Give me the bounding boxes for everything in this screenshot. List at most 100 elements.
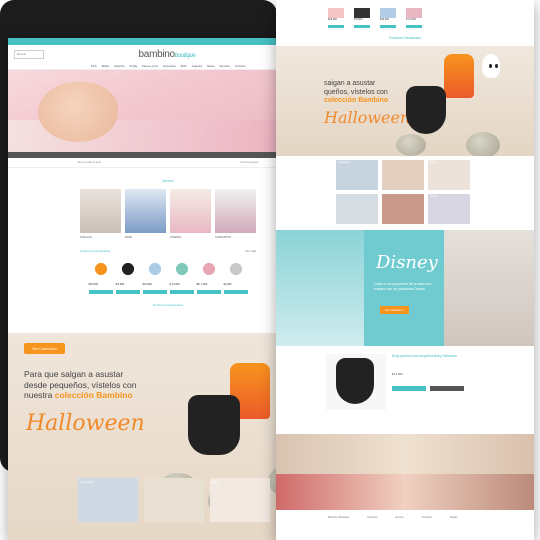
add-to-cart-button[interactable] (380, 25, 396, 28)
right-halloween-script: Halloween (324, 108, 411, 127)
disney-banner: Disney Cuida a los pequeños de la casa c… (276, 230, 534, 346)
footer-link[interactable]: Nosotros (367, 516, 377, 519)
category-image (125, 189, 166, 233)
view-collection-button[interactable]: Ver Colección (24, 343, 65, 354)
add-to-cart-button[interactable] (406, 25, 422, 28)
menu-item[interactable]: Accesorios (163, 65, 176, 68)
add-to-cart-button[interactable] (88, 290, 113, 294)
product-image (196, 257, 221, 281)
product-card[interactable]: $3,000 (223, 257, 248, 294)
right-category-label: Body (430, 161, 436, 164)
product-card[interactable]: $19,900 (142, 257, 167, 294)
product-image (88, 257, 113, 281)
bottom-category-card[interactable] (144, 478, 204, 522)
footer-link[interactable]: Envíos (396, 516, 404, 519)
product-card[interactable]: $ 13,900 (406, 8, 422, 28)
bottom-category-card[interactable]: Body (210, 478, 270, 522)
site-logo[interactable]: bambinoboutique (139, 49, 196, 60)
right-category-card[interactable]: Conjuntos (336, 160, 378, 190)
product-price: $19,900 (142, 283, 152, 286)
right-category-card[interactable] (336, 194, 378, 224)
add-to-cart-button[interactable] (196, 290, 221, 294)
homepage-preview-right: $18,900 $ 8,900 $19,900 $ 13,900 Product… (276, 0, 534, 540)
right-halloween-text: saigan a asustar queños, vístelos con co… (324, 80, 388, 106)
menu-item[interactable]: Juguetes (192, 65, 203, 68)
menu-item[interactable]: Inicio (91, 65, 97, 68)
menu-item[interactable]: Para su Cuna (142, 65, 158, 68)
product-price: $ 8,900 (115, 283, 125, 286)
info-shipping: Envío a todo el país (77, 161, 101, 164)
product-detail: Body para los más pequeños Baby Hallowee… (276, 346, 534, 430)
category-card[interactable]: PIJAMAS (170, 189, 211, 239)
menu-item[interactable]: Mamá (207, 65, 214, 68)
product-price: $18,900 (88, 283, 98, 286)
product-card[interactable]: $18,900 (88, 257, 113, 294)
product-image (406, 8, 422, 18)
add-to-cart-button[interactable] (392, 386, 426, 391)
category-card[interactable]: TOALLAS (80, 189, 121, 239)
product-detail-image (326, 354, 386, 410)
footer-brand: Bambino Boutique (328, 516, 350, 519)
right-featured-label: Productos Destacados (388, 36, 422, 40)
category-card[interactable]: CONJUNTOS (215, 189, 256, 239)
search-input[interactable]: Buscar (14, 49, 44, 59)
footer-link[interactable]: Contacto (422, 516, 432, 519)
product-card[interactable]: $19,900 (380, 8, 396, 28)
product-detail-title: Body para los más pequeños Baby Hallowee… (392, 354, 458, 358)
menu-item[interactable]: Nuestros (114, 65, 124, 68)
halloween-line2: desde pequeños, vístelos con (24, 379, 137, 390)
right-halloween-line1: saigan a asustar (324, 80, 376, 87)
right-category-card[interactable]: Body (428, 160, 470, 190)
bottom-category-label: Conjuntos (80, 480, 94, 484)
right-category-card[interactable]: Gorros (428, 194, 470, 224)
black-onesie-image (188, 395, 240, 455)
add-to-cart-button[interactable] (328, 25, 344, 28)
product-card[interactable]: $ 8,900 (354, 8, 370, 28)
right-category-label: Gorros (430, 195, 438, 198)
product-card[interactable]: $8, 1,900 (196, 257, 221, 294)
halloween-line3-prefix: nuestra (24, 390, 55, 400)
category-image (170, 189, 211, 233)
logo-main: bambino (138, 48, 176, 60)
halloween-line3-bold: colección Bambino (54, 390, 133, 400)
right-category-card[interactable] (382, 160, 424, 190)
pumpkin-decoration (396, 134, 426, 156)
halloween-script: Halloween (26, 411, 145, 436)
product-image (354, 8, 370, 18)
product-price: $ 8,900 (354, 18, 363, 21)
bottom-category-card[interactable]: Conjuntos (78, 478, 138, 522)
disney-text: Cuida a los pequeños de la casa con nues… (374, 282, 432, 291)
add-to-cart-button[interactable] (115, 290, 140, 294)
product-card[interactable]: $ 13,900 (169, 257, 194, 294)
footer: Bambino Boutique Nosotros Envíos Contact… (276, 510, 534, 525)
product-image (169, 257, 194, 281)
add-to-cart-button[interactable] (354, 25, 370, 28)
menu-item[interactable]: Baño (181, 65, 187, 68)
product-price: $18,900 (328, 18, 338, 21)
buy-button[interactable] (430, 386, 464, 391)
product-image (223, 257, 248, 281)
halloween-line3: nuestra colección Bambino (24, 390, 136, 401)
products-more-link[interactable]: Ver más (245, 249, 256, 253)
product-card[interactable]: $ 8,900 (115, 257, 140, 294)
right-halloween-line2: queños, vístelos con (324, 88, 388, 96)
menu-item[interactable]: Contacto (235, 65, 245, 68)
menu-item[interactable]: Ropita (130, 65, 138, 68)
right-category-label: Conjuntos (338, 161, 350, 164)
menu-item[interactable]: Bebés (102, 65, 109, 68)
right-category-card[interactable] (382, 194, 424, 224)
add-to-cart-button[interactable] (223, 290, 248, 294)
menu-item[interactable]: Servicios (219, 65, 230, 68)
add-to-cart-button[interactable] (169, 290, 194, 294)
category-caption: PIJAMAS (170, 236, 182, 239)
disney-collection-button[interactable]: Ver Colección (380, 306, 409, 314)
footer-link[interactable]: Redes (450, 516, 458, 519)
right-product-row: $18,900 $ 8,900 $19,900 $ 13,900 (276, 6, 534, 30)
bottom-category-label: Body (212, 480, 219, 484)
add-to-cart-button[interactable] (142, 290, 167, 294)
product-detail-price: $13,900 (392, 372, 403, 376)
product-image (380, 8, 396, 18)
product-card[interactable]: $18,900 (328, 8, 344, 28)
category-card[interactable]: ROPA (125, 189, 166, 239)
category-caption: TOALLAS (80, 236, 92, 239)
